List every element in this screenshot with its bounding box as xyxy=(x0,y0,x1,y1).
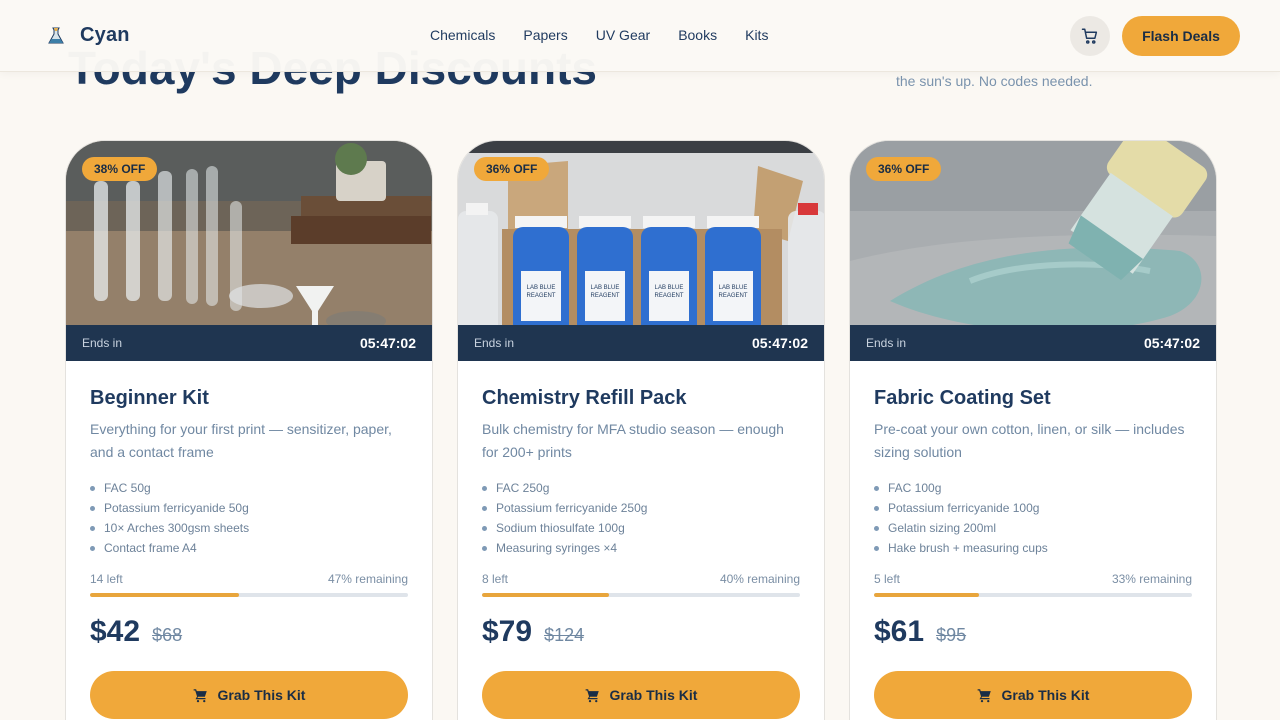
product-description: Bulk chemistry for MFA studio season — e… xyxy=(482,421,784,460)
feature-item: 10× Arches 300gsm sheets xyxy=(90,518,408,538)
timer-label: Ends in xyxy=(82,336,123,350)
price-row: $61 $95 xyxy=(874,615,1192,649)
svg-text:LAB BLUE: LAB BLUE xyxy=(655,285,684,291)
feature-list: FAC 250g Potassium ferricyanide 250g Sod… xyxy=(482,478,800,558)
feature-item: Sodium thiosulfate 100g xyxy=(482,518,800,538)
top-navigation-bar: Cyan Chemicals Papers UV Gear Books Kits… xyxy=(0,0,1280,72)
svg-text:REAGENT: REAGENT xyxy=(718,293,747,299)
cart-icon xyxy=(1081,28,1098,44)
cart-button[interactable] xyxy=(1070,16,1110,56)
timer-label: Ends in xyxy=(866,336,907,350)
discount-badge: 38% OFF xyxy=(82,157,158,181)
product-image: LAB BLUE REAGENT LAB BLUE REAGENT LAB BL… xyxy=(458,141,824,361)
feature-item: Potassium ferricyanide 250g xyxy=(482,498,800,518)
feature-item: Potassium ferricyanide 50g xyxy=(90,498,408,518)
stock-row: 8 left 40% remaining xyxy=(482,572,800,586)
stock-left: 5 left xyxy=(874,572,901,586)
countdown-timer: 05:47:02 xyxy=(751,335,808,351)
remaining-percent: 40% remaining xyxy=(719,572,800,586)
nav-kits[interactable]: Kits xyxy=(745,27,768,43)
feature-item: Contact frame A4 xyxy=(90,538,408,558)
svg-text:LAB BLUE: LAB BLUE xyxy=(527,285,556,291)
grab-kit-label: Grab This Kit xyxy=(1001,687,1090,703)
brand[interactable]: Cyan xyxy=(46,24,130,47)
nav-papers[interactable]: Papers xyxy=(523,27,567,43)
grab-kit-button[interactable]: Grab This Kit xyxy=(874,671,1192,719)
countdown-bar: Ends in 05:47:02 xyxy=(850,325,1216,361)
page-subtitle: the sun's up. No codes needed. xyxy=(896,73,1093,89)
svg-text:LAB BLUE: LAB BLUE xyxy=(591,285,620,291)
flash-deals-button[interactable]: Flash Deals xyxy=(1122,16,1240,56)
countdown-timer: 05:47:02 xyxy=(1143,335,1200,351)
product-title: Fabric Coating Set xyxy=(874,387,1051,409)
grab-kit-button[interactable]: Grab This Kit xyxy=(90,671,408,719)
deal-card-fabric-coating-set: 36% OFF Ends in 05:47:02 Fabric Coating … xyxy=(849,140,1217,720)
price-row: $79 $124 xyxy=(482,615,800,649)
feature-item: Measuring syringes ×4 xyxy=(482,538,800,558)
feature-list: FAC 50g Potassium ferricyanide 50g 10× A… xyxy=(90,478,408,558)
feature-list: FAC 100g Potassium ferricyanide 100g Gel… xyxy=(874,478,1192,558)
svg-text:REAGENT: REAGENT xyxy=(654,293,683,299)
flask-logo-icon xyxy=(48,27,64,43)
stock-row: 14 left 47% remaining xyxy=(90,572,408,586)
original-price: $95 xyxy=(936,625,967,645)
timer-label: Ends in xyxy=(474,336,515,350)
original-price: $124 xyxy=(544,625,585,645)
stock-left: 14 left xyxy=(90,572,123,586)
brand-name: Cyan xyxy=(80,24,130,46)
stock-row: 5 left 33% remaining xyxy=(874,572,1192,586)
cart-icon xyxy=(977,688,991,702)
cart-icon xyxy=(193,688,207,702)
product-title: Beginner Kit xyxy=(90,387,209,409)
product-image: 36% OFF Ends in 05:47:02 xyxy=(850,141,1216,361)
remaining-percent: 47% remaining xyxy=(327,572,408,586)
grab-kit-label: Grab This Kit xyxy=(217,687,306,703)
svg-text:LAB BLUE: LAB BLUE xyxy=(719,285,748,291)
product-description: Pre-coat your own cotton, linen, or silk… xyxy=(874,421,1185,460)
feature-item: Hake brush + measuring cups xyxy=(874,538,1192,558)
countdown-bar: Ends in 05:47:02 xyxy=(66,325,432,361)
product-description: Everything for your first print — sensit… xyxy=(90,421,392,460)
countdown-bar: Ends in 05:47:02 xyxy=(458,325,824,361)
product-image: 38% OFF Ends in 05:47:02 xyxy=(66,141,432,361)
price-row: $42 $68 xyxy=(90,615,408,649)
stock-progress-bar xyxy=(874,593,1192,597)
product-title: Chemistry Refill Pack xyxy=(482,387,687,409)
svg-text:REAGENT: REAGENT xyxy=(590,293,619,299)
stock-progress-fill xyxy=(482,593,610,597)
discount-badge: 36% OFF xyxy=(474,157,550,181)
feature-item: Potassium ferricyanide 100g xyxy=(874,498,1192,518)
stock-progress-fill xyxy=(874,593,979,597)
main-nav: Chemicals Papers UV Gear Books Kits xyxy=(430,27,768,43)
stock-progress-bar xyxy=(482,593,800,597)
feature-item: FAC 50g xyxy=(90,478,408,498)
stock-progress-fill xyxy=(90,593,240,597)
nav-books[interactable]: Books xyxy=(678,27,717,43)
sale-price: $61 xyxy=(874,615,925,648)
stock-left: 8 left xyxy=(482,572,509,586)
feature-item: Gelatin sizing 200ml xyxy=(874,518,1192,538)
feature-item: FAC 250g xyxy=(482,478,800,498)
remaining-percent: 33% remaining xyxy=(1111,572,1192,586)
sale-price: $79 xyxy=(482,615,533,648)
sale-price: $42 xyxy=(90,615,141,648)
deal-card-chemistry-refill-pack: LAB BLUE REAGENT LAB BLUE REAGENT LAB BL… xyxy=(457,140,825,720)
original-price: $68 xyxy=(152,625,183,645)
feature-item: FAC 100g xyxy=(874,478,1192,498)
deal-card-beginner-kit: 38% OFF Ends in 05:47:02 Beginner Kit Ev… xyxy=(65,140,433,720)
nav-chemicals[interactable]: Chemicals xyxy=(430,27,495,43)
svg-text:REAGENT: REAGENT xyxy=(526,293,555,299)
grab-kit-label: Grab This Kit xyxy=(609,687,698,703)
nav-uv-gear[interactable]: UV Gear xyxy=(596,27,650,43)
countdown-timer: 05:47:02 xyxy=(359,335,416,351)
grab-kit-button[interactable]: Grab This Kit xyxy=(482,671,800,719)
discount-badge: 36% OFF xyxy=(866,157,942,181)
stock-progress-bar xyxy=(90,593,408,597)
cart-icon xyxy=(585,688,599,702)
